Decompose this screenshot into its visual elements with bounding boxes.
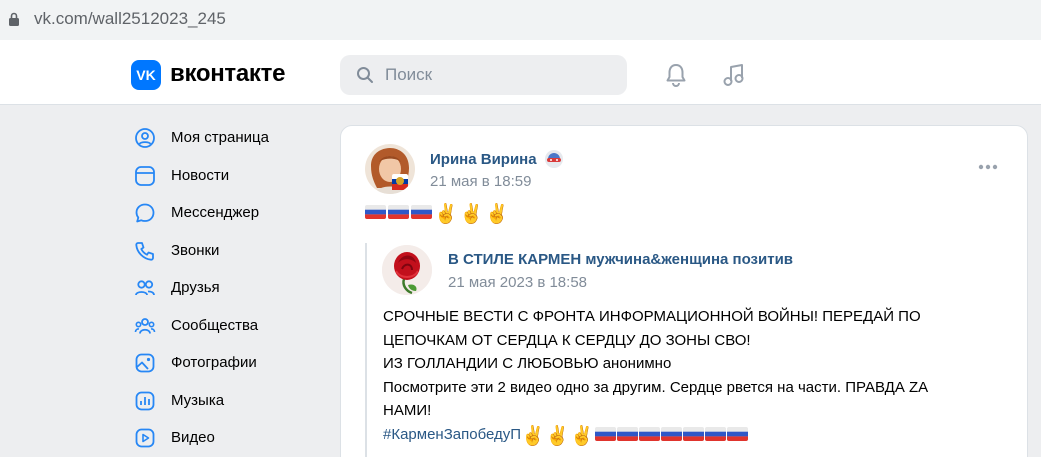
url-field[interactable]: vk.com/wall2512023_245 (0, 0, 1041, 38)
repost-text-line: НАМИ! (383, 402, 432, 419)
community-avatar[interactable] (382, 245, 432, 295)
sidebar-item-photos[interactable]: Фотографии (130, 345, 320, 383)
messenger-icon (135, 203, 155, 223)
sidebar-item-my-page[interactable]: Моя страница (130, 120, 320, 158)
friends-icon (135, 280, 155, 296)
sidebar-item-label: Моя страница (171, 129, 269, 146)
ru-flag-icon (683, 426, 705, 441)
ru-flag-icon (411, 205, 432, 219)
sidebar-item-label: Друзья (171, 279, 220, 296)
sidebar-item-calls[interactable]: Звонки (130, 233, 320, 271)
ru-flag-icon (705, 426, 727, 441)
more-options-icon[interactable] (977, 162, 999, 172)
music-icon (135, 391, 155, 410)
victory-hand-icon: ✌ (485, 204, 510, 225)
repost-text-line: Посмотрите эти 2 видео одно за другим. С… (383, 378, 929, 396)
sidebar-item-label: Мессенджер (171, 204, 260, 221)
repost-author-name[interactable]: В СТИЛЕ КАРМЕН мужчина&женщина позитив (448, 251, 793, 268)
search-input[interactable]: Поиск (385, 65, 432, 85)
url-text: vk.com/wall2512023_245 (34, 9, 226, 28)
vk-logo-icon[interactable]: VK (131, 60, 161, 90)
sidebar-item-label: Видео (171, 429, 215, 446)
sidebar-item-label: Музыка (171, 391, 225, 409)
sidebar-item-friends[interactable]: Друзья (130, 270, 320, 308)
hashtag-link[interactable]: #КарменЗапобедуП (383, 426, 521, 443)
repost-text-line: СРОЧНЫЕ ВЕСТИ С ФРОНТА ИНФОРМАЦИОННОЙ ВО… (383, 308, 921, 325)
sidebar-item-music[interactable]: Музыка (130, 383, 320, 421)
avatar-badge-icon (545, 150, 563, 168)
victory-hand-icon: ✌ (434, 204, 458, 225)
ru-flag-icon (661, 426, 683, 441)
vk-header: VK вконтакте Поиск (0, 40, 1041, 105)
sidebar-item-label: Сообщества (171, 316, 259, 334)
post-author-name[interactable]: Ирина Вирина (430, 151, 537, 168)
repost-date[interactable]: 21 мая 2023 в 18:58 (448, 274, 587, 291)
video-icon (135, 428, 155, 448)
repost-text-line: ИЗ ГОЛЛАНДИИ С ЛЮБОВЬЮ анонимно (383, 355, 672, 372)
music-icon[interactable] (720, 61, 748, 89)
victory-hand-icon: ✌ (521, 425, 545, 447)
ru-flag-icon (639, 426, 661, 441)
post-date[interactable]: 21 мая в 18:59 (430, 173, 531, 190)
ru-flag-icon (365, 205, 386, 219)
search-box[interactable]: Поиск (340, 55, 627, 95)
photos-icon (135, 353, 155, 373)
hashtag-line: #КарменЗапобедуП✌✌✌ (383, 423, 983, 447)
ru-flag-icon (595, 426, 617, 441)
victory-hand-icon: ✌ (459, 204, 484, 225)
reposted-content: В СТИЛЕ КАРМЕН мужчина&женщина позитив 2… (365, 243, 1005, 457)
ru-flag-icon (727, 426, 749, 441)
author-avatar[interactable] (365, 144, 415, 194)
phone-icon (135, 241, 154, 261)
lock-icon (9, 12, 19, 26)
post-emoji-row: ✌ ✌ ✌ (365, 205, 510, 227)
browser-address-bar: vk.com/wall2512023_245 (0, 0, 1041, 40)
sidebar-item-video[interactable]: Видео (130, 420, 320, 457)
sidebar-item-messenger[interactable]: Мессенджер (130, 195, 320, 233)
sidebar-item-label: Фотографии (171, 354, 257, 371)
vk-logo-text[interactable]: вконтакте (170, 60, 285, 88)
sidebar-item-label: Звонки (171, 241, 220, 259)
sidebar-item-label: Новости (171, 166, 230, 184)
sidebar-item-news[interactable]: Новости (130, 158, 320, 196)
ru-flag-icon (388, 205, 409, 219)
repost-text-line: ЦЕПОЧКАМ ОТ СЕРДЦА К СЕРДЦУ ДО ЗОНЫ СВО! (383, 331, 751, 349)
repost-text: СРОЧНЫЕ ВЕСТИ С ФРОНТА ИНФОРМАЦИОННОЙ ВО… (383, 305, 983, 447)
victory-hand-icon: ✌ (570, 425, 595, 447)
left-sidebar: Моя страница Новости Мессенджер Звонки Д… (130, 120, 320, 457)
communities-icon (134, 317, 156, 334)
news-icon (135, 165, 155, 186)
profile-icon (135, 128, 155, 148)
ru-flag-icon (617, 426, 639, 441)
sidebar-item-communities[interactable]: Сообщества (130, 308, 320, 346)
search-icon (357, 67, 373, 83)
bell-icon[interactable] (662, 61, 690, 89)
wall-post: Ирина Вирина 21 мая в 18:59 ✌ ✌ ✌ В СТИЛ… (340, 125, 1028, 457)
victory-hand-icon: ✌ (545, 425, 570, 447)
